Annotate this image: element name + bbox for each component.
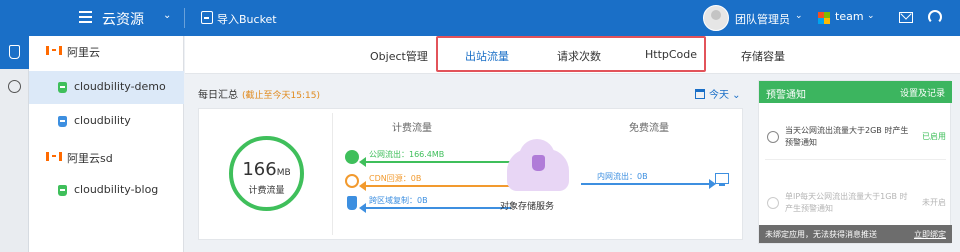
alert-item-text: 当天公网流出流量大于2GB 时产生预警通知 — [785, 126, 909, 147]
oss-label: 对象存储服务 — [500, 202, 555, 212]
tree-group-label: 阿里云sd — [67, 152, 113, 165]
tree-group-label: 阿里云 — [67, 46, 100, 59]
flow-intranet-label: 内网流出：0B — [597, 172, 648, 181]
user-menu[interactable]: 团队管理员 — [735, 11, 790, 27]
bucket-tree: 阿里云 cloudbility-demo cloudbility 阿里云sd c… — [29, 36, 184, 252]
flow-public: 公网流出：166.4MB — [345, 149, 515, 167]
globe-icon — [8, 80, 21, 93]
tree-node[interactable]: cloudbility-blog — [29, 174, 184, 207]
bucket-icon — [58, 185, 67, 196]
top-navbar: 云资源 ⌄ 导入Bucket 团队管理员 ⌄ team ⌄ — [0, 0, 960, 36]
tab-storage[interactable]: 存储容量 — [741, 48, 785, 64]
bucket-icon — [58, 116, 67, 127]
alert-status-disabled[interactable]: 未开启 — [922, 197, 946, 208]
import-bucket-button[interactable]: 导入Bucket — [217, 11, 277, 27]
billed-traffic-title: 计费流量 — [392, 123, 432, 134]
chevron-down-icon[interactable]: ⌄ — [163, 10, 171, 21]
tree-node[interactable]: cloudbility-demo — [29, 71, 184, 104]
summary-note: (截止至今天15:15) — [242, 91, 320, 101]
team-logo-icon — [818, 12, 830, 24]
aliyun-icon — [46, 152, 62, 161]
globe-icon — [767, 131, 779, 143]
rail-item-network[interactable] — [0, 71, 29, 104]
highlight-box — [436, 36, 706, 72]
flow-line — [581, 183, 711, 185]
chevron-down-icon[interactable]: ⌄ — [867, 11, 875, 21]
mail-icon[interactable] — [899, 12, 913, 23]
date-picker[interactable]: 今天 ⌄ — [695, 86, 741, 101]
chart-icon — [767, 197, 779, 209]
oss-cloud-icon — [507, 139, 569, 191]
total-traffic-ring: 166MB 计费流量 — [229, 136, 304, 211]
flow-cdn-label: CDN回源：0B — [369, 174, 422, 183]
tree-node-label: cloudbility — [74, 114, 131, 127]
divider — [184, 8, 185, 28]
avatar[interactable] — [703, 5, 729, 31]
free-traffic-title: 免费流量 — [629, 123, 669, 134]
monitor-icon — [715, 173, 729, 186]
tab-object-management[interactable]: Object管理 — [370, 48, 428, 64]
arrow-left-icon — [359, 181, 366, 191]
arrow-left-icon — [359, 203, 366, 213]
bucket-icon — [9, 45, 20, 59]
flow-cross-region: 跨区域复制：0B — [345, 195, 515, 213]
aliyun-icon — [46, 46, 62, 55]
tree-node-label: cloudbility-demo — [74, 80, 166, 93]
period-label: 今天 — [709, 90, 729, 101]
app-title[interactable]: 云资源 — [102, 9, 144, 29]
total-value: 166MB — [242, 159, 291, 180]
bucket-icon — [58, 82, 67, 93]
divider — [332, 113, 333, 235]
alert-panel-header: 预警通知 设置及记录 — [759, 81, 952, 103]
support-icon[interactable] — [928, 10, 942, 24]
total-label: 计费流量 — [248, 186, 285, 196]
calendar-icon — [695, 89, 705, 99]
rail-item-storage[interactable] — [0, 36, 29, 69]
bind-app-banner: 未绑定应用，无法获得消息推送 立即绑定 — [759, 225, 952, 243]
flow-cross-region-label: 跨区域复制：0B — [369, 196, 428, 205]
alert-settings-link[interactable]: 设置及记录 — [900, 86, 945, 99]
chevron-down-icon[interactable]: ⌄ — [795, 11, 803, 21]
flow-line — [365, 207, 511, 209]
divider — [765, 159, 946, 160]
team-switcher[interactable]: team — [835, 10, 864, 23]
traffic-summary-card: 166MB 计费流量 计费流量 免费流量 公网流出：166.4MB CDN回源：… — [198, 108, 743, 240]
summary-title: 每日汇总 — [198, 90, 238, 101]
flow-intranet: 内网流出：0B — [581, 171, 717, 189]
flow-line — [365, 185, 511, 187]
arrow-left-icon — [359, 157, 366, 167]
left-rail — [0, 36, 29, 252]
tree-node-label: cloudbility-blog — [74, 183, 159, 196]
flow-public-label: 公网流出：166.4MB — [369, 150, 445, 159]
flow-cdn: CDN回源：0B — [345, 173, 515, 191]
alert-status-enabled[interactable]: 已启用 — [922, 131, 946, 142]
tree-group[interactable]: 阿里云sd — [29, 144, 184, 170]
cdn-icon — [345, 174, 359, 188]
globe-icon — [345, 150, 359, 164]
tree-node[interactable]: cloudbility — [29, 105, 184, 138]
menu-icon[interactable] — [79, 11, 92, 23]
bind-app-text: 未绑定应用，无法获得消息推送 — [765, 230, 877, 239]
alert-panel: 预警通知 设置及记录 当天公网流出流量大于2GB 时产生预警通知 已启用 单IP… — [758, 80, 952, 244]
alert-item-text: 单IP每天公网流出流量大于1GB 时产生预警通知 — [785, 192, 908, 213]
import-icon[interactable] — [201, 11, 213, 24]
alert-panel-title: 预警通知 — [766, 90, 806, 101]
tree-group[interactable]: 阿里云 — [29, 38, 184, 64]
bucket-icon — [347, 196, 357, 210]
summary-header: 每日汇总 (截止至今天15:15) — [198, 86, 320, 101]
flow-line — [365, 161, 511, 163]
bind-app-link[interactable]: 立即绑定 — [914, 229, 946, 240]
